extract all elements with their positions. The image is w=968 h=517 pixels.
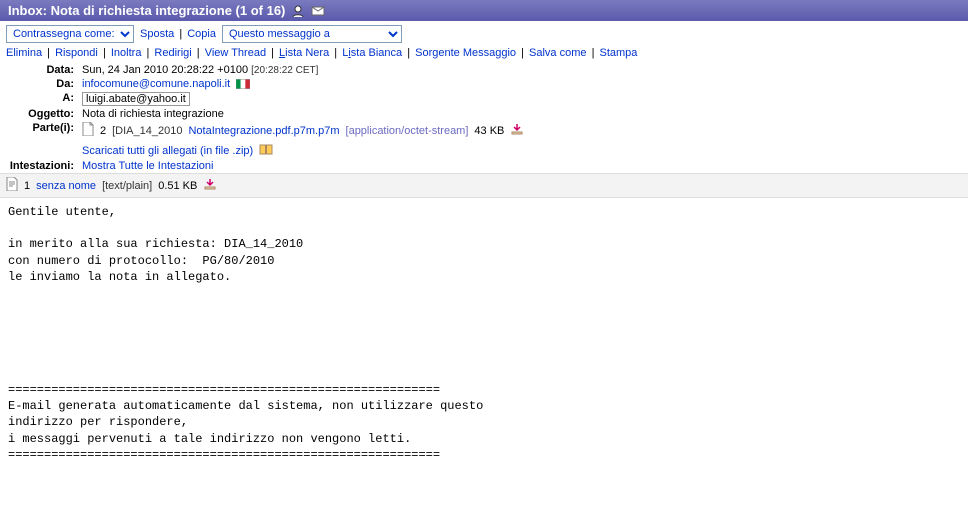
download-icon[interactable] <box>510 123 524 138</box>
date-label: Data: <box>0 63 78 77</box>
view-thread-link[interactable]: View Thread <box>205 47 266 59</box>
forward-link[interactable]: Inoltra <box>111 47 142 59</box>
redirect-link[interactable]: Redirigi <box>154 47 191 59</box>
part-index: 1 <box>24 180 30 192</box>
file-icon <box>82 122 94 139</box>
envelope-icon <box>311 5 325 17</box>
reply-link[interactable]: Rispondi <box>55 47 98 59</box>
part-mime: [text/plain] <box>102 180 152 192</box>
text-part-icon <box>6 177 18 194</box>
message-action-bar: Elimina | Rispondi | Inoltra | Redirigi … <box>0 45 968 63</box>
attachment-prefix: [DIA_14_2010 <box>112 125 182 137</box>
subject-value: Nota di richiesta integrazione <box>78 107 968 121</box>
window-header: Inbox: Nota di richiesta integrazione (1… <box>0 0 968 21</box>
saveas-link[interactable]: Salva come <box>529 47 586 59</box>
attachment-size: 43 KB <box>474 125 504 137</box>
part-size: 0.51 KB <box>158 180 197 192</box>
attachment-mime: [application/octet-stream] <box>346 125 469 137</box>
date-local: [20:28:22 CET] <box>251 65 318 76</box>
whitelist-link[interactable]: Lista Bianca <box>342 47 402 59</box>
message-body: Gentile utente, in merito alla sua richi… <box>0 198 968 471</box>
mime-part-row: 1 senza nome [text/plain] 0.51 KB <box>0 173 968 198</box>
print-link[interactable]: Stampa <box>599 47 637 59</box>
zip-icon[interactable] <box>259 143 273 158</box>
user-icon <box>291 5 305 17</box>
to-address[interactable]: luigi.abate@yahoo.it <box>82 92 190 106</box>
mark-as-select[interactable]: Contrassegna come: <box>6 25 134 43</box>
parts-label: Parte(i): <box>0 121 78 159</box>
attachment-row: 2 [DIA_14_2010 NotaIntegrazione.pdf.p7m.… <box>82 122 964 139</box>
from-address[interactable]: infocomune@comune.napoli.it <box>82 78 230 90</box>
from-label: Da: <box>0 77 78 91</box>
mark-move-toolbar: Contrassegna come: Sposta | Copia Questo… <box>0 21 968 45</box>
download-all-link[interactable]: Scaricati tutti gli allegati (in file .z… <box>82 145 253 157</box>
download-all-row: Scaricati tutti gli allegati (in file .z… <box>82 143 964 158</box>
to-label: A: <box>0 91 78 107</box>
download-part-icon[interactable] <box>203 178 217 193</box>
source-link[interactable]: Sorgente Messaggio <box>415 47 516 59</box>
subject-label: Oggetto: <box>0 107 78 121</box>
move-target-select[interactable]: Questo messaggio a <box>222 25 402 43</box>
show-all-headers-link[interactable]: Mostra Tutte le Intestazioni <box>82 160 213 172</box>
part-name[interactable]: senza nome <box>36 180 96 192</box>
attachment-filename[interactable]: NotaIntegrazione.pdf.p7m.p7m <box>188 125 339 137</box>
message-headers: Data: Sun, 24 Jan 2010 20:28:22 +0100 [2… <box>0 63 968 173</box>
date-value: Sun, 24 Jan 2010 20:28:22 +0100 <box>82 64 248 76</box>
attachment-index: 2 <box>100 125 106 137</box>
flag-it-icon <box>236 79 250 89</box>
copy-link[interactable]: Copia <box>187 28 216 40</box>
delete-link[interactable]: Elimina <box>6 47 42 59</box>
headers-label: Intestazioni: <box>0 159 78 173</box>
move-link[interactable]: Sposta <box>140 28 174 40</box>
blacklist-link[interactable]: Lista Nera <box>279 47 329 59</box>
window-title: Inbox: Nota di richiesta integrazione (1… <box>8 3 285 18</box>
